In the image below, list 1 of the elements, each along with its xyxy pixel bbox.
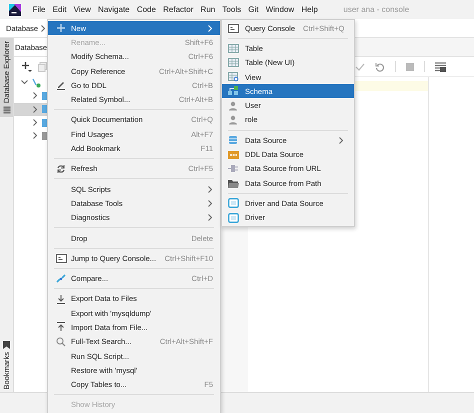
window-title: user ana - console xyxy=(343,5,410,14)
